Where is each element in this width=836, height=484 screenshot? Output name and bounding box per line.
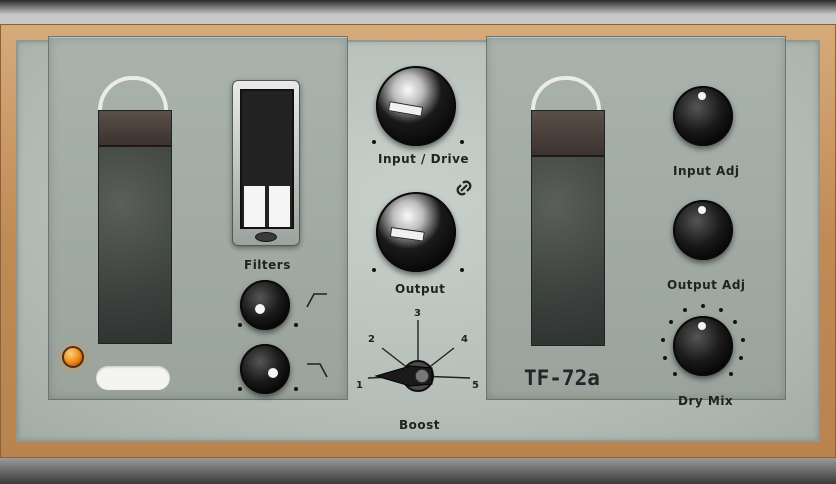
boost-label: Boost (399, 418, 441, 432)
input-drive-label: Input / Drive (378, 152, 470, 166)
knob-tick (460, 268, 464, 272)
highpass-filter-knob[interactable] (240, 280, 290, 330)
knob-indicator (698, 206, 706, 214)
knob-indicator (698, 322, 706, 330)
knob-indicator (255, 304, 265, 314)
meter-display (240, 89, 294, 229)
highpass-filter-icon (306, 293, 327, 308)
power-lamp[interactable] (62, 346, 84, 368)
left-panel (48, 36, 348, 400)
meter-bar-left (244, 186, 265, 227)
meter-bar-right (269, 186, 290, 227)
dry-mix-tick (701, 304, 705, 308)
knob-tick (372, 268, 376, 272)
boost-position-3[interactable]: 3 (414, 308, 421, 319)
knob-indicator (268, 368, 278, 378)
meter-foot (255, 232, 277, 242)
input-drive-knob[interactable] (376, 66, 456, 146)
knob-tick (372, 140, 376, 144)
boost-position-1[interactable]: 1 (356, 380, 363, 391)
output-knob[interactable] (376, 192, 456, 272)
left-fader[interactable] (98, 110, 172, 344)
model-name: TF-72a (524, 366, 600, 390)
dry-mix-label: Dry Mix (678, 394, 734, 408)
filters-label: Filters (244, 258, 291, 272)
knob-tick (238, 387, 242, 391)
output-label: Output (395, 282, 446, 296)
boost-position-2[interactable]: 2 (368, 334, 375, 345)
boost-switch[interactable] (350, 306, 486, 406)
right-fader-cap[interactable] (532, 111, 604, 157)
knob-pointer (387, 101, 424, 117)
input-adj-knob[interactable] (673, 86, 733, 146)
knob-tick (238, 323, 242, 327)
boost-position-5[interactable]: 5 (472, 380, 479, 391)
knob-tick (294, 323, 298, 327)
output-adj-knob[interactable] (673, 200, 733, 260)
right-fader[interactable] (531, 110, 605, 346)
knob-indicator (698, 92, 706, 100)
left-fader-cap[interactable] (99, 111, 171, 147)
dry-mix-knob[interactable] (673, 316, 733, 376)
dry-mix-tick (672, 372, 677, 377)
knob-tick (294, 387, 298, 391)
output-adj-label: Output Adj (667, 278, 746, 292)
link-icon[interactable] (452, 176, 476, 200)
lowpass-filter-knob[interactable] (240, 344, 290, 394)
knob-pointer (389, 227, 425, 242)
boost-position-4[interactable]: 4 (461, 334, 468, 345)
knob-tick (460, 140, 464, 144)
vu-meter (232, 80, 300, 246)
lowpass-filter-icon (307, 363, 328, 378)
dry-mix-tick (740, 337, 745, 342)
preset-display-pill[interactable] (96, 366, 170, 390)
input-adj-label: Input Adj (673, 164, 740, 178)
